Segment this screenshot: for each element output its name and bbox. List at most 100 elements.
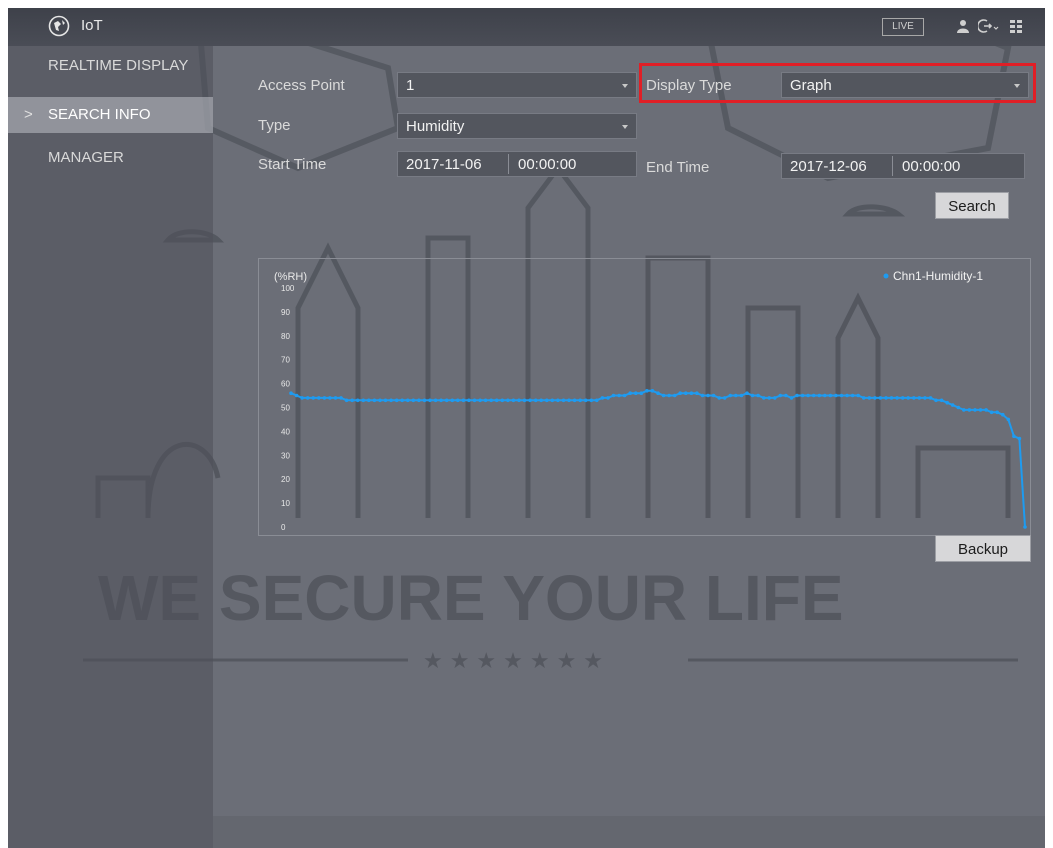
y-tick-label: 10 [281, 499, 290, 508]
data-point [539, 398, 543, 403]
data-point [506, 398, 510, 403]
y-tick-label: 70 [281, 356, 290, 365]
data-point [600, 396, 605, 400]
data-point [428, 398, 432, 403]
sidebar-item-label: REALTIME DISPLAY [48, 57, 189, 74]
data-point [823, 393, 827, 398]
data-point [639, 391, 644, 395]
data-point [361, 398, 366, 403]
data-point [378, 398, 382, 403]
data-point [689, 391, 694, 395]
data-point [650, 389, 655, 393]
data-point [745, 391, 749, 395]
type-select[interactable]: Humidity [397, 113, 637, 139]
data-point [678, 391, 682, 395]
data-point [305, 396, 310, 400]
iot-globe-icon [48, 15, 70, 37]
data-point [567, 398, 571, 403]
sidebar-item-manager[interactable]: MANAGER [8, 140, 213, 176]
data-point [611, 393, 616, 398]
y-tick-label: 20 [281, 475, 290, 484]
data-point [450, 398, 455, 403]
data-point [300, 396, 304, 400]
dropdown-caret-icon [622, 125, 628, 129]
logout-icon[interactable] [978, 18, 1000, 34]
display-type-highlight [639, 63, 1036, 103]
data-point [778, 393, 783, 398]
data-point [934, 398, 938, 403]
dropdown-caret-icon [622, 84, 628, 88]
y-tick-label: 80 [281, 332, 290, 341]
data-point [684, 391, 688, 395]
data-point [912, 396, 916, 400]
data-point [461, 398, 466, 403]
iot-search-screen: WE SECURE YOUR LIFE ★ ★ ★ ★ ★ ★ ★ IoT LI… [8, 8, 1045, 848]
data-point [873, 396, 877, 400]
data-point [339, 396, 343, 400]
data-point [311, 396, 315, 400]
time-separator [508, 154, 509, 174]
end-time-field[interactable]: 2017-12-06 00:00:00 [781, 153, 1025, 179]
data-point [528, 398, 532, 403]
data-point [500, 398, 505, 403]
data-point [545, 398, 549, 403]
data-point [956, 405, 961, 410]
legend-label: Chn1-Humidity-1 [893, 269, 983, 283]
data-point [472, 398, 477, 403]
data-point [444, 398, 449, 403]
data-point [489, 398, 493, 403]
data-point [806, 393, 810, 398]
data-point [672, 393, 677, 398]
backup-button[interactable]: Backup [935, 535, 1031, 562]
menu-grid-icon[interactable] [1009, 18, 1023, 34]
data-point [923, 396, 927, 400]
sidebar-item-label: MANAGER [48, 149, 124, 166]
data-point [945, 400, 949, 405]
data-point [767, 396, 771, 400]
data-point [995, 410, 999, 415]
data-point [533, 398, 538, 403]
start-time-field[interactable]: 2017-11-06 00:00:00 [397, 151, 637, 177]
sidebar-item-realtime-display[interactable]: REALTIME DISPLAY [8, 48, 213, 84]
data-point [861, 396, 866, 400]
data-point [928, 396, 933, 400]
data-point [583, 398, 588, 403]
data-point [589, 398, 594, 403]
end-date-value: 2017-12-06 [790, 158, 867, 175]
series-line [290, 389, 1026, 528]
data-point [900, 396, 905, 400]
access-point-select[interactable]: 1 [397, 72, 637, 98]
search-button[interactable]: Search [935, 192, 1009, 219]
data-point [344, 398, 349, 403]
data-point [406, 398, 410, 403]
data-point [706, 393, 710, 398]
y-tick-label: 0 [281, 523, 286, 532]
data-point [517, 398, 521, 403]
user-icon[interactable] [956, 18, 970, 34]
data-point [400, 398, 404, 403]
data-point [656, 391, 660, 395]
data-point [333, 396, 338, 400]
data-point [711, 393, 716, 398]
data-point [811, 393, 816, 398]
sidebar-item-search-info[interactable]: > SEARCH INFO [8, 97, 213, 133]
data-point [867, 396, 872, 400]
data-point [973, 408, 977, 412]
data-point [289, 391, 293, 395]
bottom-strip [213, 816, 1045, 848]
data-point [355, 398, 360, 403]
data-point [467, 398, 471, 403]
data-point [317, 396, 321, 400]
y-tick-label: 30 [281, 451, 290, 460]
data-point [322, 396, 327, 400]
humidity-chart: (%RH) 0 10 20 30 40 50 60 70 80 90 100 Chn1-Humidity… [258, 258, 1031, 536]
data-point [906, 396, 910, 400]
data-point [773, 396, 777, 400]
data-point [556, 398, 560, 403]
chevron-right-icon: > [24, 106, 33, 123]
data-point [350, 398, 354, 403]
data-point [595, 398, 599, 403]
data-point [728, 393, 733, 398]
data-point [789, 396, 794, 400]
live-button[interactable]: LIVE [882, 18, 924, 36]
